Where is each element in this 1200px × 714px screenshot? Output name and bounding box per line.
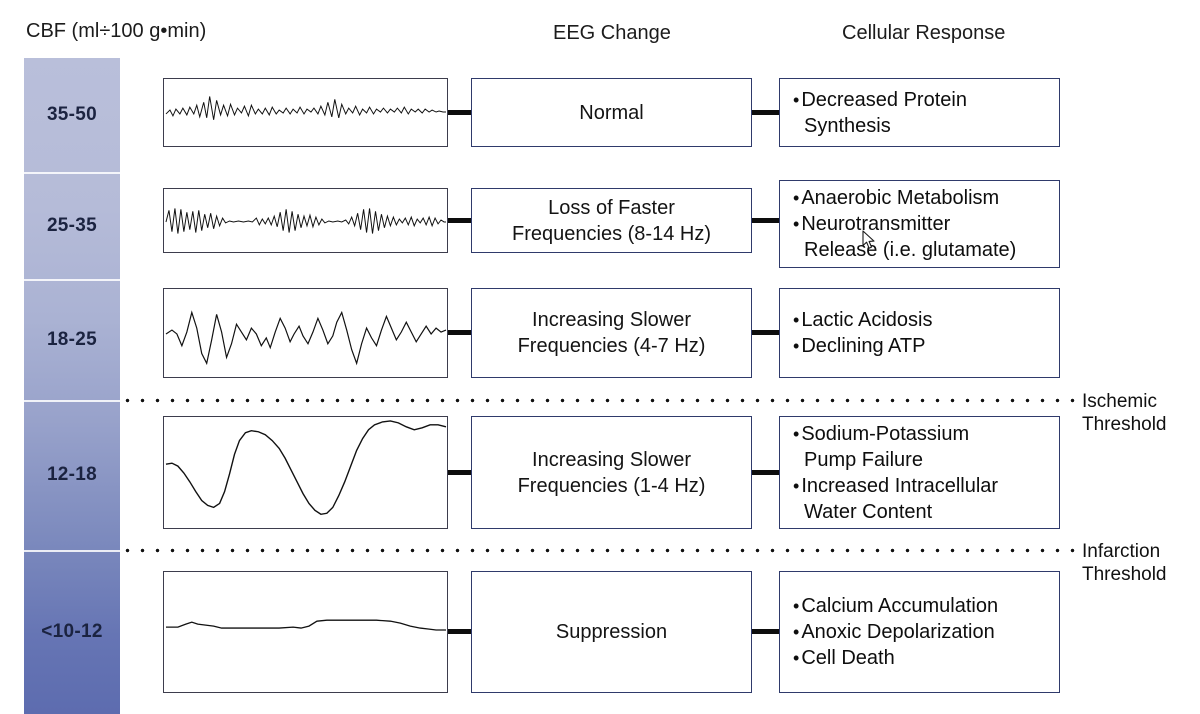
cbf-value-3: 12-18: [46, 464, 98, 485]
connector-eeg-3: [448, 470, 471, 475]
cellular-response-box-4: Calcium Accumulation Anoxic Depolarizati…: [779, 571, 1060, 693]
eeg-trace-delta: [165, 420, 447, 515]
header-cellular: Cellular Response: [842, 22, 1006, 44]
connector-eeg-1: [448, 218, 471, 223]
threshold-label-line2: Threshold: [1082, 564, 1167, 585]
connector-cell-2: [752, 330, 779, 335]
connector-cell-1: [752, 218, 779, 223]
cbf-gradient-column: 35-50 25-35 18-25 12-18 <10-12: [24, 58, 120, 714]
cbf-value-4: <10-12: [41, 621, 103, 642]
infarction-threshold-label: Infarction Threshold: [1082, 540, 1167, 586]
eeg-change-line: Normal: [579, 101, 644, 124]
eeg-trace-suppression-flat: [165, 619, 447, 631]
eeg-waveform-box-0: [163, 78, 448, 147]
eeg-change-line: Increasing Slower: [532, 309, 691, 331]
threshold-label-line1: Ischemic: [1082, 391, 1157, 412]
eeg-change-line: Frequencies (1-4 Hz): [517, 474, 706, 497]
eeg-change-line: Frequencies (4-7 Hz): [517, 335, 706, 357]
cellular-bullet: Declining ATP: [793, 333, 925, 359]
threshold-label-line2: Threshold: [1082, 414, 1167, 435]
connector-cell-4: [752, 629, 779, 634]
eeg-change-box-3: Increasing Slower Frequencies (1-4 Hz): [471, 416, 752, 529]
cellular-bullet: Lactic Acidosis: [793, 307, 932, 333]
infarction-threshold-line: [120, 548, 1080, 553]
eeg-waveform-box-4: [163, 571, 448, 693]
cellular-bullet: Sodium-Potassium: [793, 421, 969, 447]
eeg-change-line: Increasing Slower: [532, 448, 691, 471]
eeg-change-box-0: Normal: [471, 78, 752, 147]
eeg-waveform-box-1: [163, 188, 448, 253]
cbf-value-0: 35-50: [46, 104, 98, 125]
ischemic-threshold-line: [120, 398, 1080, 403]
connector-cell-0: [752, 110, 779, 115]
cellular-bullet: Anaerobic Metabolism: [793, 185, 999, 211]
eeg-trace-alpha-loss: [165, 208, 447, 234]
cellular-bullet-cont: Pump Failure: [804, 448, 923, 471]
header-eeg: EEG Change: [553, 22, 671, 44]
cellular-response-box-3: Sodium-Potassium Pump Failure Increased …: [779, 416, 1060, 529]
cellular-bullet: Calcium Accumulation: [793, 593, 998, 619]
connector-eeg-2: [448, 330, 471, 335]
cellular-response-box-2: Lactic Acidosis Declining ATP: [779, 288, 1060, 378]
diagram-canvas: CBF (ml÷100 g•min) EEG Change Cellular R…: [0, 0, 1200, 714]
cellular-bullet: Decreased Protein: [793, 87, 967, 113]
cellular-bullet: Increased Intracellular: [793, 473, 998, 499]
cellular-bullet-cont: Release (i.e. glutamate): [804, 239, 1017, 261]
eeg-change-line: Loss of Faster: [548, 196, 675, 219]
cbf-value-1: 25-35: [46, 214, 98, 236]
eeg-change-box-2: Increasing Slower Frequencies (4-7 Hz): [471, 288, 752, 378]
threshold-label-line1: Infarction: [1082, 541, 1161, 562]
cbf-value-2: 18-25: [46, 328, 98, 350]
eeg-trace-theta: [165, 310, 447, 366]
ischemic-threshold-label: Ischemic Threshold: [1082, 390, 1167, 436]
connector-eeg-0: [448, 110, 471, 115]
cellular-bullet-cont: Water Content: [804, 500, 933, 523]
eeg-waveform-box-2: [163, 288, 448, 378]
cellular-response-box-1: Anaerobic Metabolism Neurotransmitter Re…: [779, 180, 1060, 268]
cellular-bullet-cont: Synthesis: [804, 114, 891, 137]
eeg-change-box-4: Suppression: [471, 571, 752, 693]
cellular-bullet: Anoxic Depolarization: [793, 619, 994, 645]
eeg-trace-normal-fast-lowamp: [165, 96, 447, 120]
eeg-change-line: Frequencies (8-14 Hz): [512, 222, 711, 245]
connector-eeg-4: [448, 629, 471, 634]
cellular-response-box-0: Decreased Protein Synthesis: [779, 78, 1060, 147]
cellular-bullet: Neurotransmitter: [793, 211, 950, 237]
eeg-change-line: Suppression: [555, 621, 668, 643]
cellular-bullet: Cell Death: [793, 645, 894, 671]
eeg-change-box-1: Loss of Faster Frequencies (8-14 Hz): [471, 188, 752, 253]
header-cbf: CBF (ml÷100 g•min): [26, 20, 207, 42]
connector-cell-3: [752, 470, 779, 475]
eeg-waveform-box-3: [163, 416, 448, 529]
